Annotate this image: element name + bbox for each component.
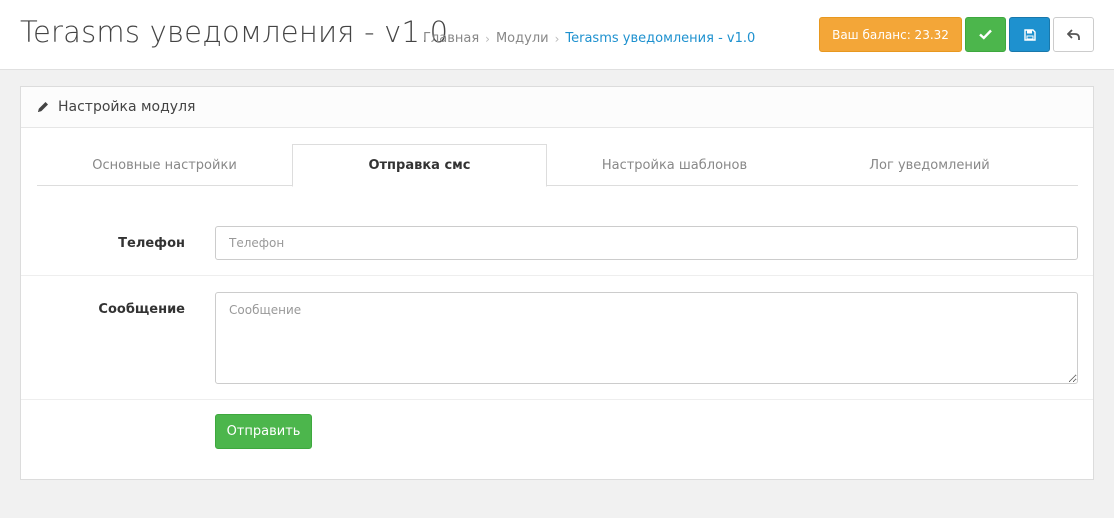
back-button[interactable] [1053, 17, 1094, 52]
tab-template-settings[interactable]: Настройка шаблонов [547, 144, 802, 186]
phone-form-row: Телефон [21, 226, 1093, 276]
balance-button[interactable]: Ваш баланс: 23.32 [819, 17, 962, 52]
send-button[interactable]: Отправить [215, 414, 312, 449]
breadcrumb-separator-icon: › [554, 31, 560, 46]
panel-title: Настройка модуля [58, 99, 196, 115]
panel-heading: Настройка модуля [21, 87, 1093, 128]
tab-general-settings[interactable]: Основные настройки [37, 144, 292, 186]
reply-arrow-icon [1066, 28, 1080, 40]
floppy-disk-icon [1023, 28, 1036, 41]
page-title: Terasms уведомления - v1.0 [20, 15, 449, 49]
pencil-icon [36, 100, 50, 114]
page-header: Terasms уведомления - v1.0 Главная › Мод… [0, 0, 1114, 70]
message-label: Сообщение [98, 302, 185, 317]
message-form-row: Сообщение [21, 292, 1093, 400]
check-icon [979, 29, 992, 40]
breadcrumb-current[interactable]: Terasms уведомления - v1.0 [565, 31, 755, 46]
tab-bar: Основные настройки Отправка смс Настройк… [37, 144, 1078, 187]
breadcrumb-modules[interactable]: Модули [496, 31, 549, 46]
save-button[interactable] [1009, 17, 1050, 52]
message-textarea[interactable] [215, 292, 1078, 384]
phone-label: Телефон [118, 236, 185, 251]
header-actions: Ваш баланс: 23.32 [819, 17, 1094, 52]
phone-input[interactable] [215, 226, 1078, 260]
breadcrumb-home[interactable]: Главная [423, 31, 479, 46]
tab-notification-log[interactable]: Лог уведомлений [802, 144, 1057, 186]
save-and-stay-button[interactable] [965, 17, 1006, 52]
module-settings-panel: Настройка модуля Основные настройки Отпр… [20, 86, 1094, 480]
breadcrumb: Главная › Модули › Terasms уведомления -… [423, 31, 755, 46]
breadcrumb-separator-icon: › [485, 31, 490, 46]
tab-send-sms[interactable]: Отправка смс [292, 144, 547, 187]
